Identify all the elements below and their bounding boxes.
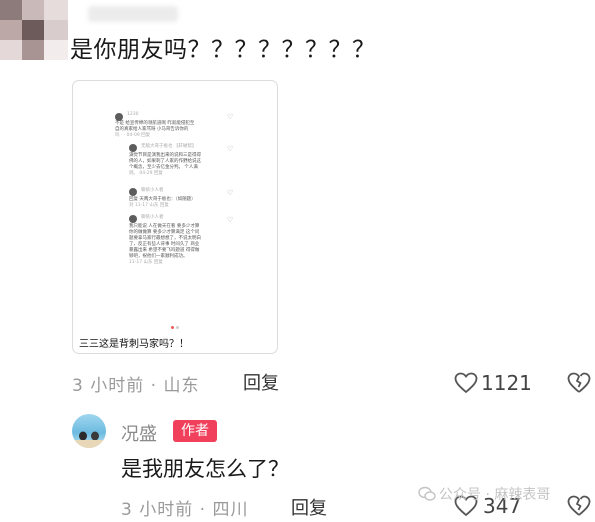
mini-avatar <box>115 113 123 121</box>
watermark-text: 公众号 · 麻辣表哥 <box>439 487 551 503</box>
broken-heart-icon[interactable] <box>567 495 591 517</box>
mini-username: 聊侬小人者 <box>141 215 164 220</box>
comment-location: 四川 <box>212 500 249 520</box>
comment-attached-image[interactable]: 1230 不是 给宣传棉的领航道啊 咋就能侵犯至 自的真家给人家骂呀 小马哥告诉… <box>72 80 278 354</box>
watermark: 公众号 · 麻辣表哥 <box>418 484 550 506</box>
mini-username: 无敌大哥于板也 【轩磁帮】 <box>141 144 197 149</box>
comment-time: 3 小时前 <box>72 376 145 396</box>
mini-heart-icon: ♡ <box>227 145 234 153</box>
author-name[interactable]: 况盛 <box>121 420 157 446</box>
mini-text-line: 11-17 山东 回复 <box>129 260 163 265</box>
mini-avatar <box>129 144 137 152</box>
author-badge: 作者 <box>173 420 217 442</box>
like-count: 1121 <box>481 371 532 395</box>
wechat-icon <box>418 486 436 506</box>
broken-heart-icon[interactable] <box>567 372 591 394</box>
mini-heart-icon: ♡ <box>227 216 234 224</box>
mini-heart-icon: ♡ <box>227 113 234 121</box>
commenter-avatar-blurred[interactable] <box>0 0 68 60</box>
reply-button[interactable]: 回复 <box>243 369 279 395</box>
image-page-dots <box>170 314 180 333</box>
image-caption: 三三这是背刺马家吗？！ <box>79 339 189 350</box>
reply-button[interactable]: 回复 <box>291 494 327 520</box>
heart-icon[interactable] <box>454 372 478 394</box>
mini-text-line: 对 11-17 山东 回复 <box>129 203 169 208</box>
author-avatar[interactable] <box>72 414 106 448</box>
mini-heart-icon: ♡ <box>227 189 234 197</box>
commenter-name-blurred <box>88 6 178 22</box>
reply-comment-text: 是我朋友怎么了？ <box>121 457 289 481</box>
reply-comment-meta: 3 小时前 · 四川 <box>121 500 249 520</box>
mini-text-line: 则。 04-29 回复 <box>129 171 163 176</box>
mini-avatar <box>129 215 137 223</box>
mini-text-line: 吗 · · 04-09 回复 <box>115 133 151 138</box>
mini-avatar <box>129 188 137 196</box>
comment-location: 山东 <box>163 376 200 396</box>
comment-text: 是你朋友吗？？？？？？？？ <box>70 37 376 63</box>
mini-username: 1230 <box>127 112 139 117</box>
comment-time: 3 小时前 <box>121 500 194 520</box>
mini-username: 聊侬小人者 <box>141 188 164 193</box>
comment-meta: 3 小时前 · 山东 <box>72 376 200 396</box>
